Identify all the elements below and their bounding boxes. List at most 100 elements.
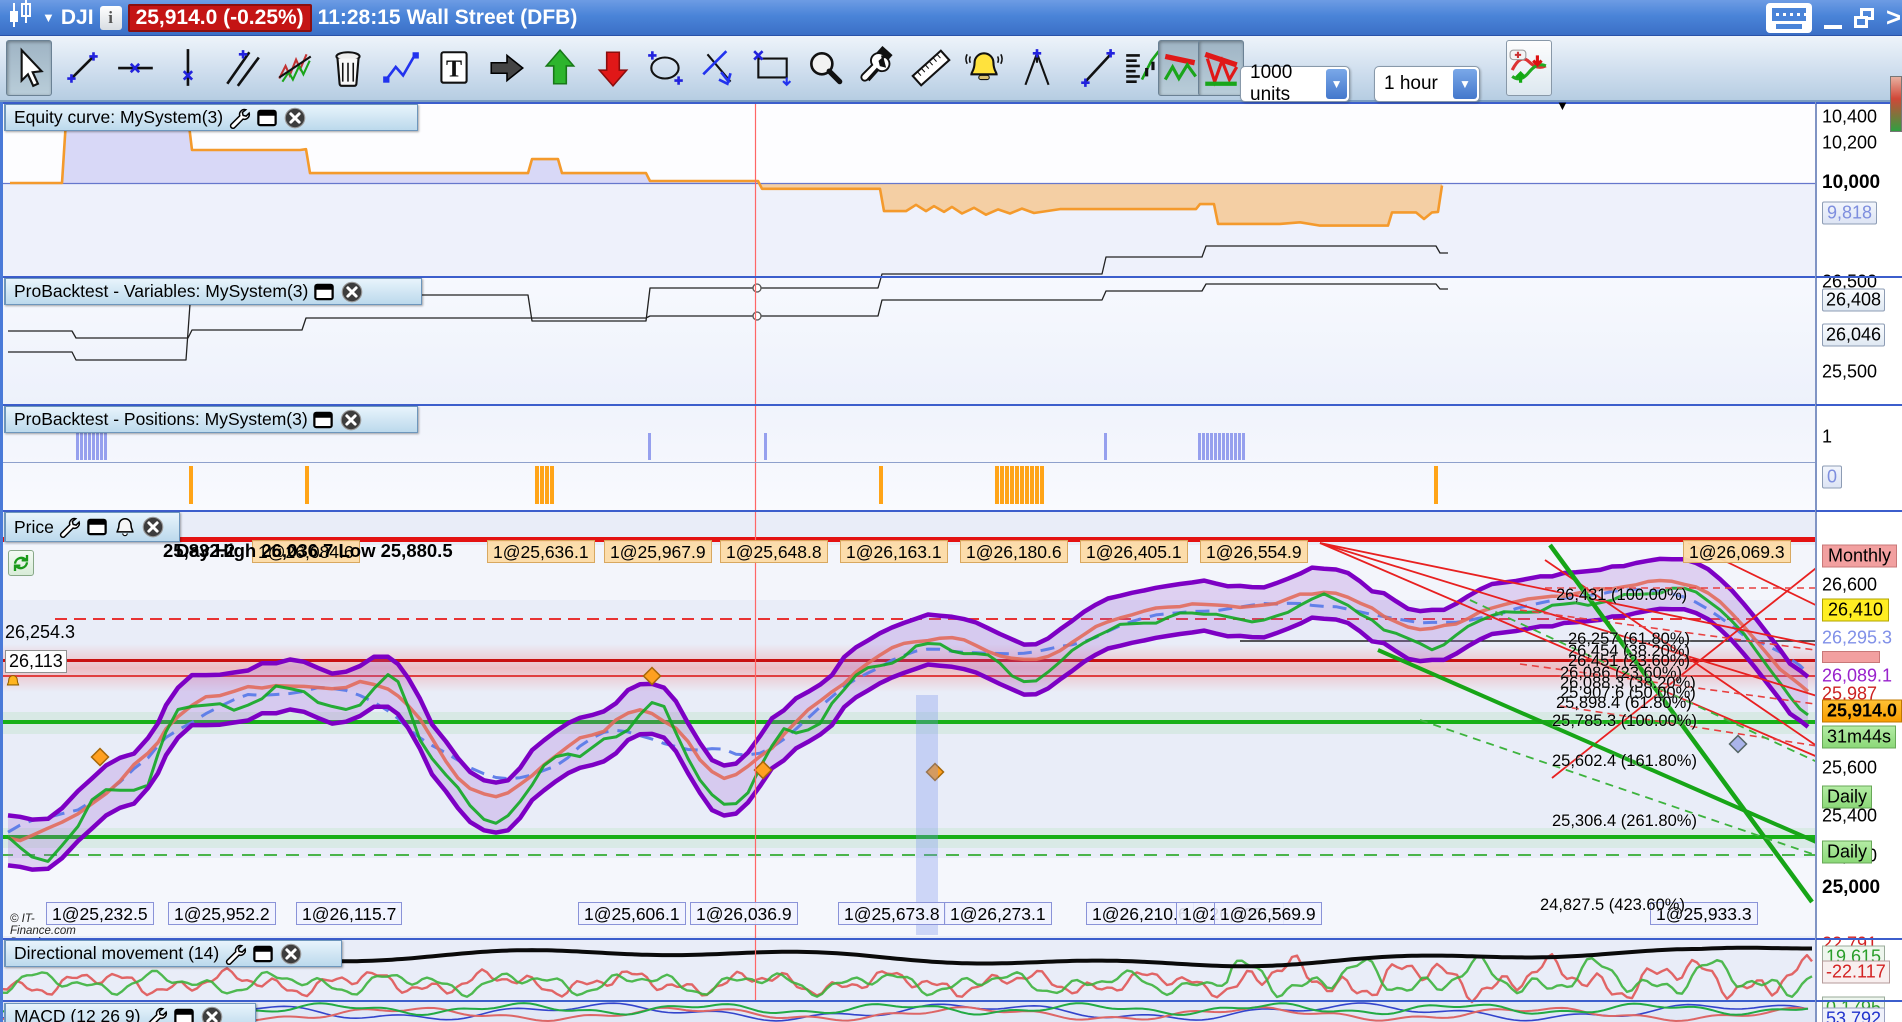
window-icon[interactable] bbox=[254, 105, 279, 130]
axis-label: 9,818 bbox=[1822, 201, 1878, 225]
settings-tool[interactable] bbox=[855, 40, 901, 96]
axis-label: Monthly bbox=[1822, 544, 1898, 568]
dm-panel-header[interactable]: Directional movement (14) bbox=[4, 940, 342, 967]
trade-entry-label: 1@25,636.1 bbox=[487, 540, 595, 563]
positions-panel-header[interactable]: ProBacktest - Positions: MySystem(3) bbox=[4, 406, 418, 433]
refresh-icon[interactable] bbox=[8, 550, 34, 576]
vertical-line-tool[interactable] bbox=[166, 40, 212, 96]
delete-tool[interactable] bbox=[325, 40, 371, 96]
wrench-icon[interactable] bbox=[226, 105, 251, 130]
indicator-dropdown-icon[interactable]: ▼ bbox=[1556, 98, 1569, 113]
trend-line-tool[interactable] bbox=[60, 40, 106, 96]
close-icon[interactable] bbox=[141, 515, 166, 540]
wrench-icon[interactable] bbox=[143, 1004, 168, 1022]
window-icon[interactable] bbox=[311, 407, 336, 432]
axis-label: 26,600 bbox=[1822, 574, 1878, 595]
symbol-name: DJI bbox=[60, 5, 94, 29]
window-icon[interactable] bbox=[171, 1004, 196, 1022]
axis-label: 31m44s bbox=[1822, 725, 1897, 749]
alert-bell-icon[interactable] bbox=[113, 515, 138, 540]
fibonacci-level-label: 24,827.5 (423.60%) bbox=[1540, 896, 1685, 914]
equity-panel-header[interactable]: Equity curve: MySystem(3) bbox=[4, 104, 418, 131]
alert-tool[interactable] bbox=[961, 40, 1007, 96]
price-level-label: 26,113 bbox=[5, 650, 67, 673]
axis-label: 25,600 bbox=[1822, 757, 1878, 778]
pattern-down-tool[interactable] bbox=[1198, 40, 1244, 96]
wrench-icon[interactable] bbox=[57, 515, 82, 540]
units-select[interactable]: 1000 units ▼ bbox=[1240, 62, 1350, 105]
axis-label: 25,000 bbox=[1822, 877, 1881, 898]
fan-lines-tool[interactable] bbox=[219, 40, 265, 96]
cross-lines-tool[interactable] bbox=[696, 40, 742, 96]
close-icon[interactable] bbox=[339, 279, 364, 304]
market-name: Wall Street (DFB) bbox=[406, 5, 578, 29]
price-panel-title: Price bbox=[14, 516, 54, 537]
channel-tool[interactable] bbox=[272, 40, 318, 96]
axis-label: 26,046 bbox=[1822, 323, 1886, 347]
window-icon[interactable] bbox=[311, 279, 336, 304]
trade-exit-label: 1@26,036.9 bbox=[690, 902, 798, 925]
partial-toolbar-icon[interactable] bbox=[1890, 76, 1902, 132]
wrench-icon[interactable] bbox=[222, 941, 247, 966]
close-icon[interactable] bbox=[282, 105, 307, 130]
dm-panel-title: Directional movement (14) bbox=[14, 943, 220, 963]
candlestick-icon[interactable] bbox=[6, 0, 36, 37]
add-indicator-button[interactable] bbox=[1506, 40, 1552, 96]
zigzag-tool[interactable] bbox=[378, 40, 424, 96]
axis-label: 26,408 bbox=[1822, 288, 1886, 312]
zoom-tool[interactable] bbox=[802, 40, 848, 96]
price-scale-column[interactable]: 10,400 10,200 10,000 9,818 26,500 26,408 26,04… bbox=[1816, 102, 1902, 1022]
fibonacci-level-label: 26,431 (100.00%) bbox=[1556, 586, 1688, 604]
ellipse-tool[interactable] bbox=[643, 40, 689, 96]
rectangle-tool[interactable] bbox=[749, 40, 795, 96]
macd-panel-title: MACD (12 26 9) bbox=[14, 1006, 141, 1022]
axis-label: Daily bbox=[1822, 840, 1873, 864]
plot-edge-border bbox=[1815, 102, 1816, 1022]
info-icon[interactable]: i bbox=[99, 5, 122, 30]
variables-panel-title: ProBacktest - Variables: MySystem(3) bbox=[14, 281, 309, 301]
segment-tool[interactable] bbox=[1075, 40, 1121, 96]
text-tool[interactable]: T bbox=[431, 40, 477, 96]
timeframe-value: 1 hour bbox=[1384, 73, 1438, 94]
close-icon[interactable] bbox=[278, 941, 303, 966]
axis-label: 10,400 bbox=[1822, 106, 1878, 127]
close-icon[interactable] bbox=[339, 407, 364, 432]
restore-button[interactable] bbox=[1854, 7, 1874, 28]
price-panel-header[interactable]: Price bbox=[4, 512, 180, 542]
pitchfork-tool[interactable] bbox=[1014, 40, 1060, 96]
trade-exit-label: 1@26,569.9 bbox=[1214, 902, 1322, 925]
trading-platform-window: 1@26,084.6 1@25,636.1 1@25,967.9 1@25,648.8… bbox=[0, 0, 1902, 1022]
trade-exit-label: 1@26,273.1 bbox=[944, 902, 1052, 925]
cursor-tool[interactable] bbox=[6, 40, 52, 96]
ruler-tool[interactable] bbox=[908, 40, 954, 96]
dropdown-arrow-icon[interactable]: ▼ bbox=[1453, 69, 1477, 99]
axis-label: 25,914.0 bbox=[1822, 699, 1902, 723]
variables-panel-header[interactable]: ProBacktest - Variables: MySystem(3) bbox=[4, 278, 422, 305]
minimize-button[interactable] bbox=[1824, 7, 1842, 29]
axis-label: 25,400 bbox=[1822, 805, 1878, 826]
symbol-dropdown-icon[interactable]: ▼ bbox=[42, 10, 55, 25]
separator[interactable] bbox=[0, 510, 1902, 512]
timeframe-select[interactable]: 1 hour ▼ bbox=[1374, 66, 1480, 102]
axis-label: 26,410 bbox=[1822, 598, 1890, 622]
units-value: 1000 units bbox=[1250, 62, 1293, 105]
keyboard-icon[interactable] bbox=[1766, 2, 1812, 33]
separator[interactable] bbox=[0, 1000, 1902, 1002]
dropdown-arrow-icon[interactable]: ▼ bbox=[1326, 69, 1347, 99]
arrow-down-tool[interactable] bbox=[590, 40, 636, 96]
price-change-badge: 25,914.0 (-0.25%) bbox=[127, 3, 312, 32]
window-chevron-icon[interactable]: > bbox=[1886, 2, 1900, 33]
window-icon[interactable] bbox=[85, 515, 110, 540]
horizontal-line-tool[interactable] bbox=[113, 40, 159, 96]
close-icon[interactable] bbox=[199, 1004, 224, 1022]
arrow-right-tool[interactable] bbox=[484, 40, 530, 96]
macd-panel-header[interactable]: MACD (12 26 9) bbox=[4, 1003, 256, 1022]
axis-label: 10,200 bbox=[1822, 132, 1878, 153]
positions-zero-line bbox=[0, 462, 1815, 463]
trade-entry-label: 1@26,405.1 bbox=[1080, 540, 1188, 563]
alert-bell-marker-icon[interactable] bbox=[4, 674, 22, 695]
axis-label: -22.117 bbox=[1822, 960, 1890, 984]
fibonacci-level-label: 25,602.4 (161.80%) bbox=[1552, 752, 1697, 770]
arrow-up-tool[interactable] bbox=[537, 40, 583, 96]
window-icon[interactable] bbox=[250, 941, 275, 966]
